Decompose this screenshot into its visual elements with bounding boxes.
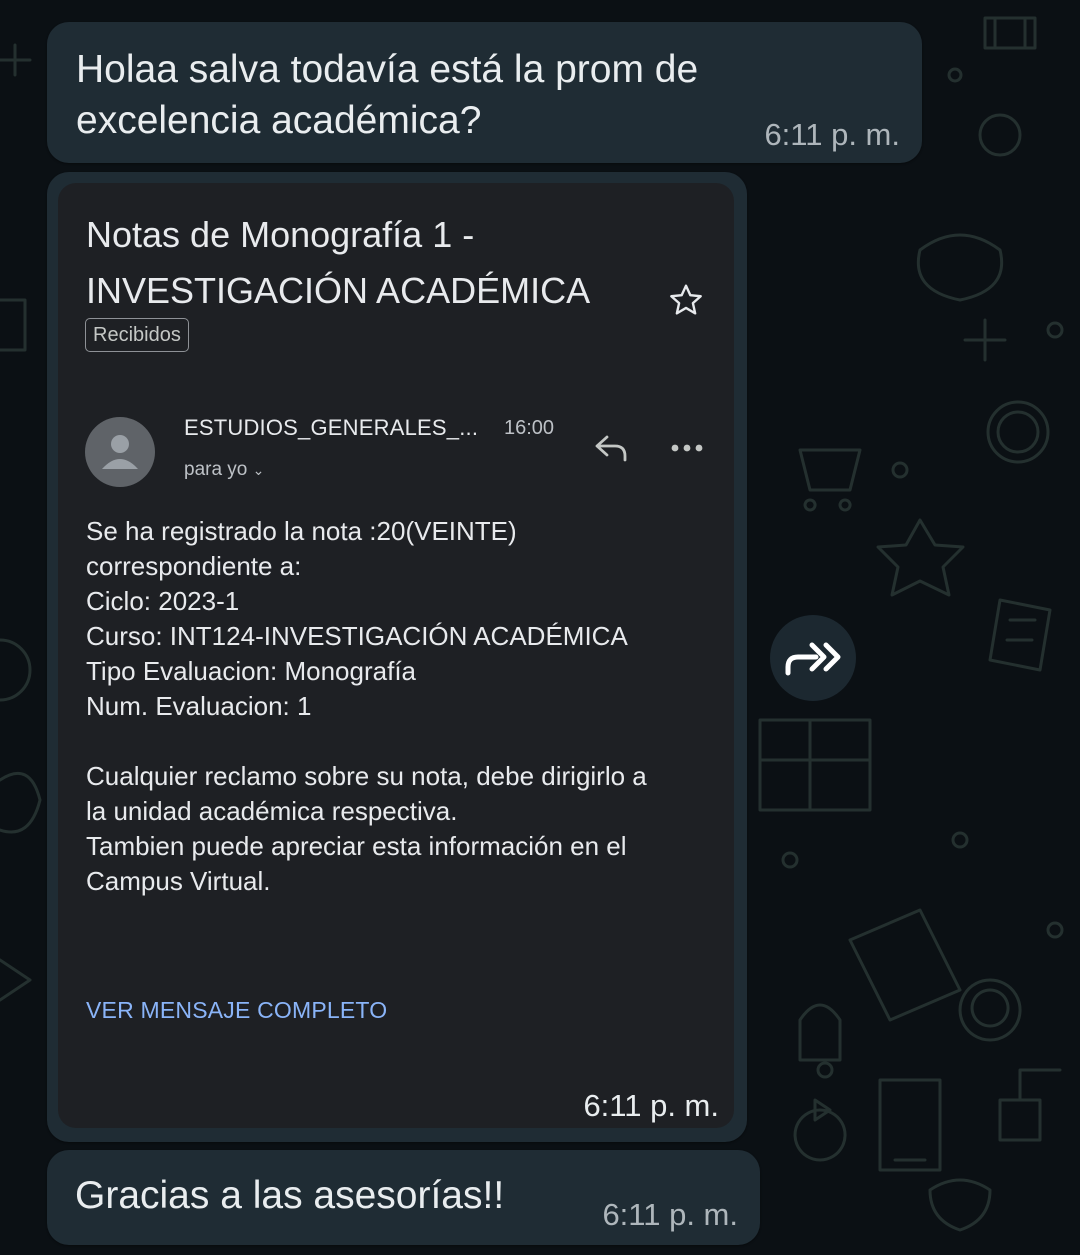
- body-line: Tipo Evaluacion: Monografía: [86, 656, 417, 686]
- chevron-down-icon: ⌄: [252, 462, 265, 478]
- message-text: Gracias a las asesorías!!: [75, 1174, 505, 1217]
- message-time: 6:11 p. m.: [583, 1088, 719, 1123]
- body-line: la unidad académica respectiva.: [86, 796, 458, 826]
- message-time: 6:11 p. m.: [602, 1197, 738, 1232]
- email-body: Se ha registrado la nota :20(VEINTE) cor…: [86, 514, 726, 899]
- body-line: Ciclo: 2023-1: [86, 586, 240, 616]
- email-time: 16:00: [504, 417, 555, 439]
- person-avatar-icon: [85, 417, 155, 487]
- email-subject: Notas de Monografía 1 - INVESTIGACIÓN AC…: [86, 214, 591, 311]
- incoming-message[interactable]: Holaa salva todavía está la prom de exce…: [47, 22, 922, 163]
- body-line: Num. Evaluacion: 1: [86, 691, 312, 721]
- forward-icon: [785, 642, 841, 676]
- body-line: Se ha registrado la nota :20(VEINTE): [86, 516, 517, 546]
- recipient-text: para yo: [184, 459, 248, 480]
- incoming-message[interactable]: Gracias a las asesorías!! 6:11 p. m.: [47, 1150, 760, 1245]
- view-full-message-link: VER MENSAJE COMPLETO: [86, 997, 388, 1023]
- forward-button[interactable]: [770, 615, 856, 701]
- body-line: Campus Virtual.: [86, 866, 271, 896]
- star-outline-icon: [670, 284, 702, 315]
- email-recipient: para yo ⌄: [184, 459, 264, 481]
- message-text: Holaa salva todavía está la prom de exce…: [76, 48, 699, 142]
- more-horizontal-icon: [671, 444, 703, 452]
- message-time: 6:11 p. m.: [764, 117, 900, 152]
- body-line: correspondiente a:: [86, 551, 302, 581]
- image-message[interactable]: Notas de Monografía 1 - INVESTIGACIÓN AC…: [47, 172, 747, 1142]
- reply-arrow-icon: [595, 435, 627, 462]
- label-chip: Recibidos: [85, 318, 189, 352]
- email-screenshot: Notas de Monografía 1 - INVESTIGACIÓN AC…: [58, 183, 734, 1128]
- email-sender: ESTUDIOS_GENERALES_...: [184, 415, 479, 440]
- body-line: Curso: INT124-INVESTIGACIÓN ACADÉMICA: [86, 621, 628, 651]
- body-line: Cualquier reclamo sobre su nota, debe di…: [86, 761, 647, 791]
- body-line: Tambien puede apreciar esta información …: [86, 831, 627, 861]
